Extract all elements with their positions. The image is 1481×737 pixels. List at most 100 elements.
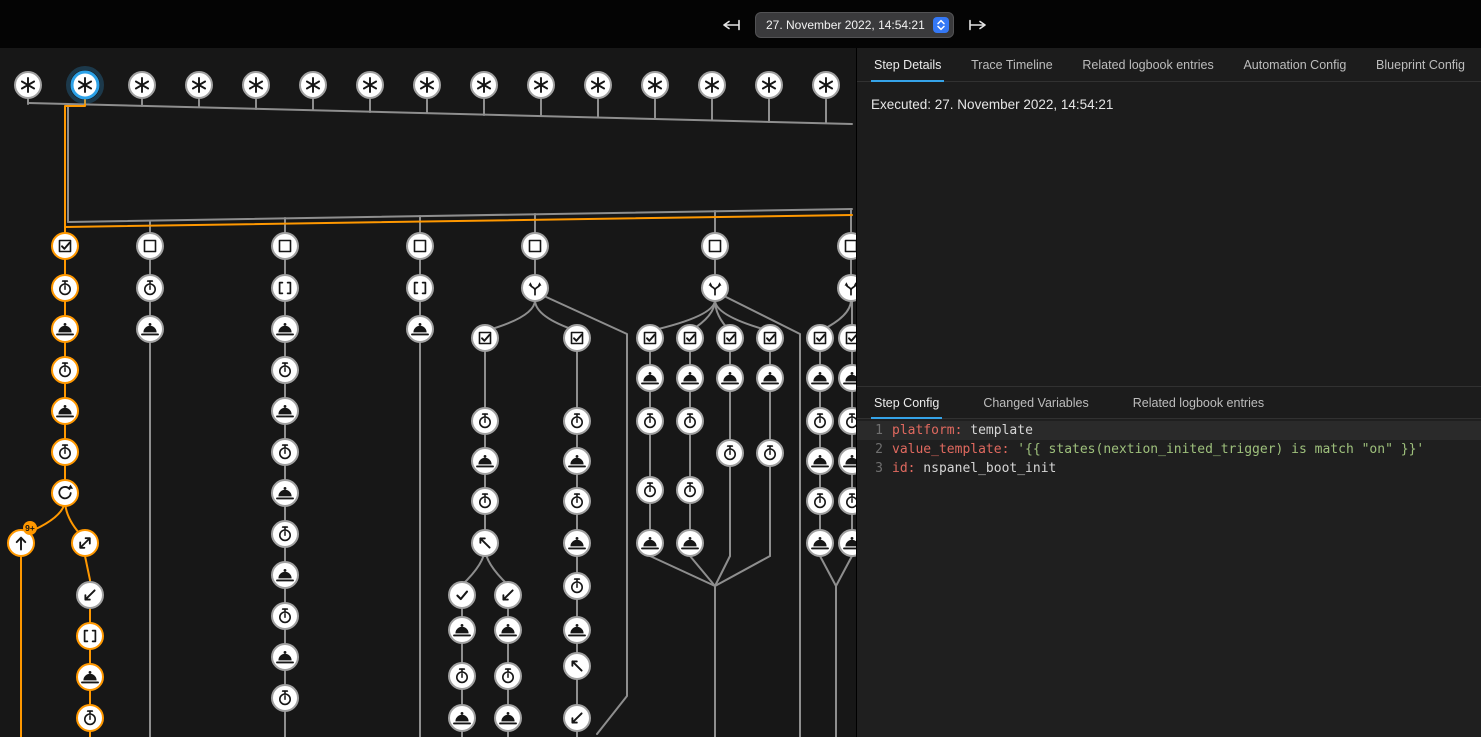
node-trigger[interactable] <box>300 72 326 98</box>
node-delay[interactable] <box>272 357 298 383</box>
node-service[interactable] <box>272 644 298 670</box>
node-condition[interactable] <box>677 325 703 351</box>
node-service[interactable] <box>564 617 590 643</box>
node-service[interactable] <box>807 448 833 474</box>
node-service[interactable] <box>757 365 783 391</box>
node-arrow-dl[interactable] <box>77 582 103 608</box>
node-square[interactable] <box>702 233 728 259</box>
tab-changed-variables[interactable]: Changed Variables <box>980 387 1091 418</box>
node-service[interactable] <box>272 480 298 506</box>
node-choose[interactable] <box>522 275 548 301</box>
node-trigger[interactable] <box>357 72 383 98</box>
node-delay[interactable] <box>564 573 590 599</box>
node-trigger[interactable] <box>243 72 269 98</box>
node-delay[interactable] <box>807 408 833 434</box>
node-trigger[interactable] <box>699 72 725 98</box>
node-delay[interactable] <box>637 477 663 503</box>
node-service[interactable] <box>449 617 475 643</box>
node-service[interactable] <box>839 448 856 474</box>
node-delay[interactable] <box>839 408 856 434</box>
step-config-editor[interactable]: 1platform: template2value_template: '{{ … <box>857 419 1481 737</box>
node-delay[interactable] <box>272 685 298 711</box>
node-service[interactable] <box>807 530 833 556</box>
run-select[interactable]: 27. November 2022, 14:54:21 <box>755 12 954 38</box>
node-condition[interactable] <box>637 325 663 351</box>
node-arrow-dl[interactable] <box>564 705 590 731</box>
tab-automation-config[interactable]: Automation Config <box>1240 48 1349 81</box>
node-arrow-dl[interactable] <box>495 582 521 608</box>
node-service[interactable] <box>272 398 298 424</box>
node-square[interactable] <box>137 233 163 259</box>
node-condition[interactable] <box>472 325 498 351</box>
node-service[interactable] <box>52 398 78 424</box>
node-trigger[interactable] <box>813 72 839 98</box>
node-condition[interactable] <box>52 233 78 259</box>
node-delay[interactable] <box>137 275 163 301</box>
node-delay[interactable] <box>807 488 833 514</box>
node-condition[interactable] <box>807 325 833 351</box>
node-service[interactable] <box>407 316 433 342</box>
trace-graph-pane[interactable]: 9+ <box>0 48 856 737</box>
node-delay[interactable] <box>449 663 475 689</box>
node-trigger[interactable] <box>186 72 212 98</box>
tab-step-config[interactable]: Step Config <box>871 387 942 418</box>
node-square[interactable] <box>407 233 433 259</box>
node-trigger[interactable] <box>756 72 782 98</box>
node-trigger[interactable] <box>129 72 155 98</box>
node-square[interactable] <box>838 233 856 259</box>
node-delay[interactable] <box>757 440 783 466</box>
node-repeat[interactable] <box>52 480 78 506</box>
node-delay[interactable] <box>564 408 590 434</box>
node-square[interactable] <box>272 233 298 259</box>
node-condition[interactable] <box>757 325 783 351</box>
node-service[interactable] <box>495 705 521 731</box>
node-split[interactable] <box>72 530 98 556</box>
node-condition[interactable] <box>839 325 856 351</box>
node-trigger[interactable] <box>642 72 668 98</box>
node-arrow-ul[interactable] <box>564 653 590 679</box>
tab-blueprint-config[interactable]: Blueprint Config <box>1373 48 1468 81</box>
node-delay[interactable] <box>52 275 78 301</box>
node-service[interactable] <box>449 705 475 731</box>
node-service[interactable] <box>472 448 498 474</box>
node-service[interactable] <box>717 365 743 391</box>
node-service[interactable] <box>677 365 703 391</box>
node-arrow-ul[interactable] <box>472 530 498 556</box>
node-trigger[interactable] <box>471 72 497 98</box>
tab-step-details[interactable]: Step Details <box>871 48 944 81</box>
node-service[interactable] <box>77 664 103 690</box>
node-delay[interactable] <box>717 440 743 466</box>
tab-related-logbook-entries[interactable]: Related logbook entries <box>1130 387 1267 418</box>
node-service[interactable] <box>272 316 298 342</box>
node-delay[interactable] <box>495 663 521 689</box>
node-condition[interactable] <box>717 325 743 351</box>
node-brackets[interactable] <box>272 275 298 301</box>
node-service[interactable] <box>807 365 833 391</box>
node-delay[interactable] <box>77 705 103 731</box>
node-service[interactable] <box>637 365 663 391</box>
node-delay[interactable] <box>564 488 590 514</box>
node-delay[interactable] <box>272 439 298 465</box>
node-delay[interactable] <box>839 488 856 514</box>
tab-related-logbook-entries[interactable]: Related logbook entries <box>1079 48 1216 81</box>
node-trigger[interactable] <box>68 68 102 102</box>
node-trigger[interactable] <box>15 72 41 98</box>
node-choose[interactable] <box>702 275 728 301</box>
trace-graph[interactable]: 9+ <box>0 48 856 737</box>
node-brackets[interactable] <box>77 623 103 649</box>
node-trigger[interactable] <box>414 72 440 98</box>
node-trigger[interactable] <box>585 72 611 98</box>
node-square[interactable] <box>522 233 548 259</box>
node-service[interactable] <box>137 316 163 342</box>
node-service[interactable] <box>839 365 856 391</box>
node-delay[interactable] <box>472 408 498 434</box>
node-brackets[interactable] <box>407 275 433 301</box>
node-delay[interactable] <box>677 477 703 503</box>
node-service[interactable] <box>677 530 703 556</box>
node-delay[interactable] <box>472 488 498 514</box>
node-service[interactable] <box>495 617 521 643</box>
node-service[interactable] <box>272 562 298 588</box>
previous-run-icon[interactable] <box>720 17 742 33</box>
node-service[interactable] <box>839 530 856 556</box>
node-delay[interactable] <box>272 603 298 629</box>
